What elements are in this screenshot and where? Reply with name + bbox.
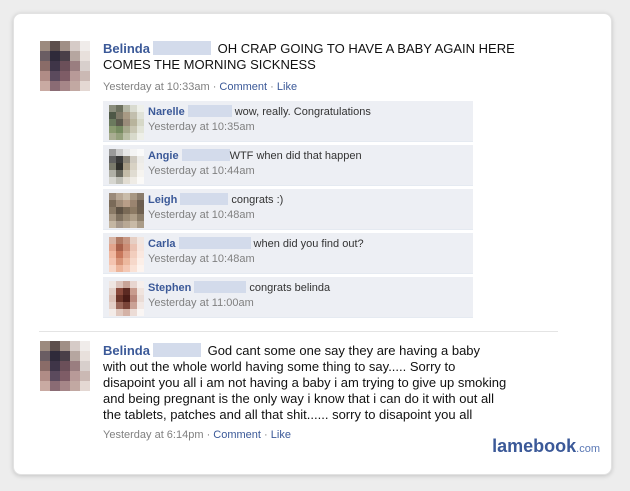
comment-author[interactable]: Narelle <box>148 106 185 118</box>
redacted-surname <box>152 41 211 55</box>
comment-author[interactable]: Angie <box>148 150 179 162</box>
like-link[interactable]: Like <box>271 429 291 441</box>
comment-timestamp[interactable]: Yesterday at 10:48am <box>148 209 255 221</box>
comment-author[interactable]: Carla <box>148 238 176 250</box>
comment-author[interactable]: Stephen <box>148 282 191 294</box>
comment-item: Carla when did you find out? Yesterday at… <box>103 233 473 274</box>
redacted-surname <box>181 149 230 161</box>
post-meta: Yesterday at 10:33am · Comment · Like <box>103 81 297 93</box>
avatar[interactable] <box>40 341 90 391</box>
meta-separator: · <box>264 429 268 441</box>
meta-separator: · <box>206 429 211 441</box>
comment-body: WTF when did that happen <box>229 150 362 162</box>
post-text: Belinda God cant some one say they are h… <box>103 343 573 423</box>
avatar[interactable] <box>40 41 90 91</box>
comment-timestamp[interactable]: Yesterday at 10:48am <box>148 253 255 265</box>
comment-text: Leigh congrats :) <box>148 193 283 206</box>
feed-card: Belinda OH CRAP GOING TO HAVE A BABY AGA… <box>13 13 612 475</box>
comment-text: Angie WTF when did that happen <box>148 149 362 162</box>
avatar[interactable] <box>109 149 144 184</box>
comment-timestamp[interactable]: Yesterday at 10:44am <box>148 165 255 177</box>
author-name[interactable]: Belinda <box>103 343 150 358</box>
comment-timestamp[interactable]: Yesterday at 11:00am <box>148 297 254 309</box>
avatar[interactable] <box>109 237 144 272</box>
meta-separator: · <box>212 81 217 93</box>
comment-text: Stephen congrats belinda <box>148 281 330 294</box>
meta-separator: · <box>270 81 274 93</box>
comment-body: wow, really. Congratulations <box>234 106 371 118</box>
like-link[interactable]: Like <box>277 81 297 93</box>
comment-item: Narelle wow, really. Congratulations Yest… <box>103 101 473 142</box>
avatar[interactable] <box>109 193 144 228</box>
post-divider <box>39 331 558 332</box>
post-timestamp[interactable]: Yesterday at 6:14pm <box>103 429 204 441</box>
lamebook-watermark: lamebook.com <box>492 436 600 457</box>
author-name[interactable]: Belinda <box>103 41 150 56</box>
redacted-surname <box>178 237 251 249</box>
comment-link[interactable]: Comment <box>213 429 261 441</box>
post-body-line1: OH CRAP GOING TO HAVE A BABY AGAIN HERE <box>217 41 515 56</box>
post-body-line3: disapoint you all i am not having a baby… <box>103 375 507 390</box>
post-body-line2: COMES THE MORNING SICKNESS <box>103 57 316 72</box>
post-body-line2: with out the whole world having some thi… <box>103 359 456 374</box>
comment-body: congrats belinda <box>249 282 331 294</box>
comment-timestamp[interactable]: Yesterday at 10:35am <box>148 121 255 133</box>
comment-item: Angie WTF when did that happen Yesterday … <box>103 145 473 186</box>
comment-item: Leigh congrats :) Yesterday at 10:48am <box>103 189 473 230</box>
post-text: Belinda OH CRAP GOING TO HAVE A BABY AGA… <box>103 41 523 73</box>
comment-author[interactable]: Leigh <box>148 194 177 206</box>
redacted-surname <box>187 105 232 117</box>
post-meta: Yesterday at 6:14pm · Comment · Like <box>103 429 291 441</box>
redacted-surname <box>194 281 247 293</box>
avatar[interactable] <box>109 105 144 140</box>
watermark-suffix: .com <box>576 443 600 455</box>
comment-body: when did you find out? <box>253 238 364 250</box>
comment-text: Carla when did you find out? <box>148 237 364 250</box>
comment-link[interactable]: Comment <box>219 81 267 93</box>
redacted-surname <box>180 193 229 205</box>
post-body-line4: and being pregnant is the only way i kno… <box>103 391 494 406</box>
post-timestamp[interactable]: Yesterday at 10:33am <box>103 81 210 93</box>
comment-body: congrats :) <box>231 194 284 206</box>
post-body-line5: the tablets, patches and all that shit..… <box>103 407 473 422</box>
watermark-brand: lamebook <box>492 436 577 456</box>
avatar[interactable] <box>109 281 144 316</box>
redacted-surname <box>152 343 201 357</box>
comment-item: Stephen congrats belinda Yesterday at 11:… <box>103 277 473 318</box>
comment-text: Narelle wow, really. Congratulations <box>148 105 371 118</box>
post-body-line1: God cant some one say they are having a … <box>207 343 481 358</box>
